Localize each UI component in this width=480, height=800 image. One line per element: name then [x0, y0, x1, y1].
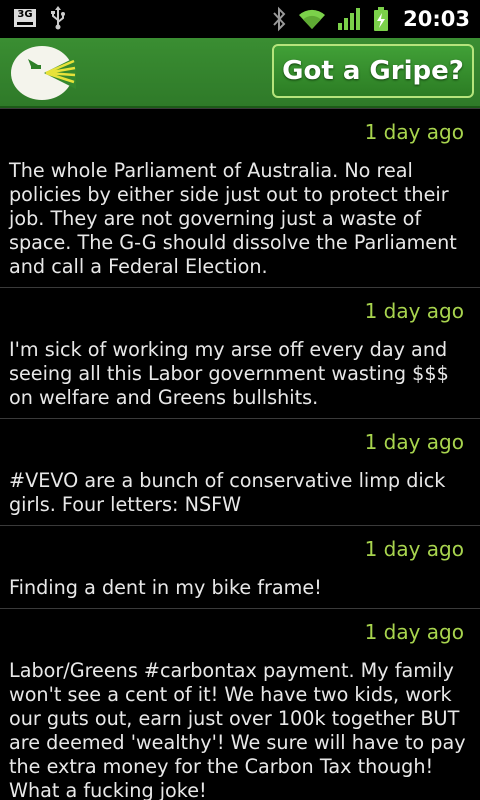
battery-charging-icon [374, 7, 389, 31]
wifi-icon [299, 9, 326, 29]
signal-icon [338, 8, 361, 30]
list-item[interactable]: 1 day ago I'm sick of working my arse of… [0, 288, 480, 419]
status-bar: 3G 20:03 [0, 0, 480, 38]
list-item[interactable]: 1 day ago The whole Parliament of Austra… [0, 108, 480, 288]
gripe-logo-icon[interactable] [10, 43, 78, 101]
post-text: Finding a dent in my bike frame! [9, 576, 322, 599]
list-item[interactable]: 1 day ago Labor/Greens #carbontax paymen… [0, 609, 480, 800]
clock: 20:03 [403, 7, 470, 31]
usb-icon [51, 6, 65, 30]
list-item[interactable]: 1 day ago #VEVO are a bunch of conservat… [0, 419, 480, 526]
post-text: Labor/Greens #carbontax payment. My fami… [9, 659, 466, 800]
post-text: The whole Parliament of Australia. No re… [9, 159, 457, 278]
post-time: 1 day ago [364, 299, 464, 323]
post-time: 1 day ago [364, 430, 464, 454]
post-time: 1 day ago [364, 120, 464, 144]
gripe-feed[interactable]: 1 day ago The whole Parliament of Austra… [0, 108, 480, 800]
post-text: I'm sick of working my arse off every da… [9, 338, 449, 409]
post-time: 1 day ago [364, 620, 464, 644]
list-item[interactable]: 1 day ago Finding a dent in my bike fram… [0, 526, 480, 609]
app-header: Got a Gripe? [0, 38, 480, 108]
3g-icon: 3G [14, 9, 36, 27]
bluetooth-icon [273, 6, 286, 32]
post-time: 1 day ago [364, 537, 464, 561]
post-text: #VEVO are a bunch of conservative limp d… [9, 469, 446, 516]
got-a-gripe-button[interactable]: Got a Gripe? [272, 44, 474, 98]
network-label: 3G [17, 9, 33, 20]
